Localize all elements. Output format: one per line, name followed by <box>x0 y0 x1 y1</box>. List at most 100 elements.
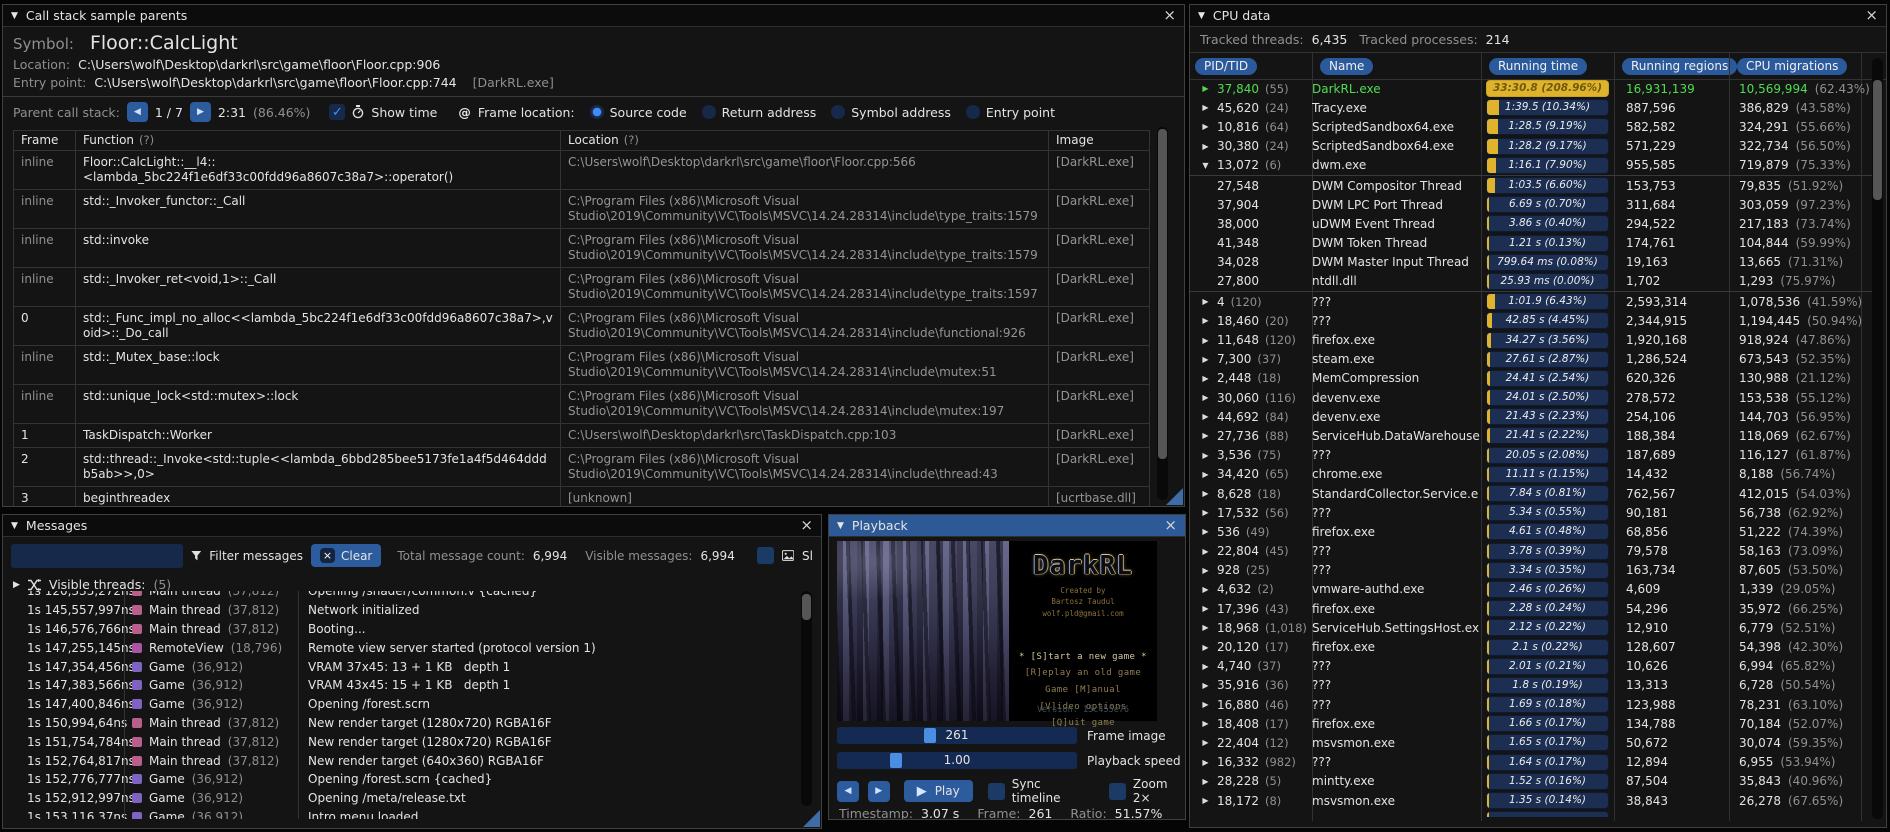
radio-return-address[interactable]: Return address <box>701 105 816 120</box>
collapse-icon[interactable]: ▼ <box>11 11 18 21</box>
column-cpu-migrations[interactable]: CPU migrations <box>1737 57 1848 75</box>
cpu-process-row[interactable] <box>1190 810 1873 817</box>
cpu-process-row[interactable]: ▶ 34,420 (65) chrome.exe 11.11 s (1.15%) 14,4… <box>1190 465 1873 484</box>
cpu-process-row[interactable]: ▶ 30,380 (24) ScriptedSandbox64.exe 1:28.2 (… <box>1190 137 1873 156</box>
callstack-frame-row[interactable]: inline std::_Mutex_base::lock C:\Program F… <box>13 346 1149 385</box>
tree-expand-icon[interactable]: ▶ <box>1200 489 1211 498</box>
tree-expand-icon[interactable]: ▶ <box>1200 103 1211 112</box>
cpu-process-row[interactable]: ▶ 536 (49) firefox.exe 4.61 s (0.48%) 68,856 5… <box>1190 522 1873 541</box>
tree-expand-icon[interactable]: ▶ <box>1200 796 1211 805</box>
cpu-process-row[interactable]: ▶ 20,120 (17) firefox.exe 2.1 s (0.22%) 128,6… <box>1190 637 1873 656</box>
column-pid-tid[interactable]: PID/TID <box>1195 57 1258 75</box>
callstack-frame-row[interactable]: 1 TaskDispatch::Worker C:\Users\wolf\Deskt… <box>13 424 1149 448</box>
tree-expand-icon[interactable]: ▶ <box>1200 470 1211 479</box>
cpu-process-row[interactable]: ▶ 30,060 (116) devenv.exe 24.01 s (2.50%) 278… <box>1190 388 1873 407</box>
messages-scrollbar[interactable] <box>801 591 812 806</box>
cpu-process-row[interactable]: ▶ 8,628 (18) StandardCollector.Service.e 7.8… <box>1190 484 1873 503</box>
cpu-process-row[interactable]: ▶ 7,300 (37) steam.exe 27.61 s (2.87%) 1,286,… <box>1190 350 1873 369</box>
cpu-process-row[interactable]: ▶ 4,632 (2) vmware-authd.exe 2.46 s (0.26%) 4… <box>1190 580 1873 599</box>
close-icon[interactable]: × <box>1865 8 1878 23</box>
tree-expand-icon[interactable]: ▶ <box>1200 412 1211 421</box>
cpu-process-row[interactable]: ▼ 13,072 (6) dwm.exe 1:16.1 (7.90%) 955,585 71… <box>1190 156 1873 175</box>
callstack-frame-row[interactable]: inline std::_Invoker_ret<void,1>::_Call C:… <box>13 268 1149 307</box>
expand-icon[interactable]: ▶ <box>13 580 20 590</box>
tree-expand-icon[interactable]: ▶ <box>1200 777 1211 786</box>
tree-expand-icon[interactable]: ▶ <box>1200 431 1211 440</box>
column-running-regions[interactable]: Running regions <box>1622 57 1738 75</box>
cpu-process-row[interactable]: ▶ 18,968 (1,018) ServiceHub.SettingsHost.ex… <box>1190 618 1873 637</box>
sync-timeline-checkbox[interactable] <box>987 782 1005 800</box>
cpu-process-row[interactable]: ▶ 17,396 (43) firefox.exe 2.28 s (0.24%) 54,2… <box>1190 599 1873 618</box>
cpu-process-row[interactable]: ▶ 45,620 (24) Tracy.exe 1:39.5 (10.34%) 887,5… <box>1190 98 1873 117</box>
callstack-frame-row[interactable]: inline std::_Invoker_functor::_Call C:\Pro… <box>13 190 1149 229</box>
zoom-option[interactable]: Zoom 2× <box>1108 777 1185 805</box>
close-icon[interactable]: × <box>1164 518 1177 533</box>
tree-expand-icon[interactable]: ▶ <box>1200 700 1211 709</box>
tree-collapse-icon[interactable]: ▼ <box>1200 161 1211 170</box>
step-forward-button[interactable]: ▶ <box>867 780 890 802</box>
radio-symbol-address[interactable]: Symbol address <box>831 105 951 120</box>
radio-icon[interactable] <box>701 105 716 119</box>
next-stack-button[interactable]: ▶ <box>189 102 211 122</box>
play-button[interactable]: ▶ Play <box>903 780 973 802</box>
cpu-process-row[interactable]: ▶ 10,816 (64) ScriptedSandbox64.exe 1:28.5 (… <box>1190 117 1873 136</box>
radio-source-code[interactable]: Source code <box>589 105 687 120</box>
collapse-icon[interactable]: ▼ <box>837 521 844 531</box>
message-row[interactable]: 1s 120,335,272ns Main thread (37,812) Openi… <box>3 591 799 601</box>
message-row[interactable]: 1s 147,354,456ns Game (36,912) VRAM 37x45: … <box>3 657 799 676</box>
tree-expand-icon[interactable]: ▶ <box>1200 623 1211 632</box>
callstack-scrollbar[interactable] <box>1157 127 1168 500</box>
collapse-icon[interactable]: ▼ <box>1198 11 1205 21</box>
scrollbar-thumb[interactable] <box>1873 80 1882 200</box>
cpu-process-row[interactable]: ▶ 22,404 (12) msvsmon.exe 1.65 s (0.17%) 50,6… <box>1190 733 1873 752</box>
tree-expand-icon[interactable]: ▶ <box>1200 122 1211 131</box>
cpu-process-row[interactable]: ▶ 3,536 (75)??? 20.05 s (2.08%) 187,689 116,1… <box>1190 446 1873 465</box>
cpu-process-row[interactable]: ▶ 17,532 (56)??? 5.34 s (0.55%) 90,181 56,738… <box>1190 503 1873 522</box>
zoom-checkbox[interactable] <box>1108 782 1126 800</box>
cpu-process-row[interactable]: ▶ 22,804 (45)??? 3.78 s (0.39%) 79,578 58,163… <box>1190 542 1873 561</box>
callstack-frame-row[interactable]: inline std::invoke C:\Program Files (x86)\… <box>13 229 1149 268</box>
callstack-frame-row[interactable]: 3 beginthreadex [unknown] [ucrtbase.dll] <box>13 487 1149 506</box>
tree-expand-icon[interactable]: ▶ <box>1200 681 1211 690</box>
cpu-process-row[interactable]: 27,548 DWM Compositor Thread 1:03.5 (6.60%… <box>1190 174 1873 195</box>
cpu-scrollbar[interactable] <box>1872 58 1883 819</box>
cpu-process-row[interactable]: ▶ 18,460 (20)??? 42.85 s (4.45%) 2,344,915 1,… <box>1190 311 1873 330</box>
tree-expand-icon[interactable]: ▶ <box>1200 451 1211 460</box>
cpu-process-row[interactable]: ▶ 2,448 (18) MemCompression 24.41 s (2.54%) 6… <box>1190 369 1873 388</box>
radio-icon[interactable] <box>831 105 846 119</box>
cpu-process-row[interactable]: 37,904 DWM LPC Port Thread 6.69 s (0.70%) 3… <box>1190 195 1873 214</box>
close-icon[interactable]: × <box>800 518 813 533</box>
resize-grip[interactable] <box>1166 488 1183 505</box>
tree-expand-icon[interactable]: ▶ <box>1200 393 1211 402</box>
message-row[interactable]: 1s 147,400,846ns Game (36,912) Opening /for… <box>3 694 799 714</box>
radio-icon[interactable] <box>589 105 604 119</box>
scrollbar-thumb[interactable] <box>802 594 811 620</box>
message-row[interactable]: 1s 152,776,777ns Game (36,912) Opening /for… <box>3 769 799 789</box>
message-row[interactable]: 1s 146,576,766ns Main thread (37,812) Booti… <box>3 619 799 639</box>
message-row[interactable]: 1s 147,383,566ns Game (36,912) VRAM 43x45: … <box>3 675 799 695</box>
cpu-process-row[interactable]: 27,800 ntdll.dll 25.93 ms (0.00%) 1,702 1,29… <box>1190 272 1873 291</box>
cpu-process-row[interactable]: ▶ 44,692 (84) devenv.exe 21.43 s (2.23%) 254,… <box>1190 407 1873 426</box>
tree-expand-icon[interactable]: ▶ <box>1200 355 1211 364</box>
scrollbar-thumb[interactable] <box>1158 129 1167 459</box>
tree-expand-icon[interactable]: ▶ <box>1200 662 1211 671</box>
callstack-frame-row[interactable]: 2 std::thread::_Invoke<std::tuple<<lambda… <box>13 448 1149 487</box>
column-name[interactable]: Name <box>1320 57 1374 75</box>
tree-expand-icon[interactable]: ▶ <box>1200 643 1211 652</box>
cpu-process-row[interactable]: ▶ 11,648 (120) firefox.exe 34.27 s (3.56%) 1,… <box>1190 330 1873 349</box>
tree-expand-icon[interactable]: ▶ <box>1200 374 1211 383</box>
close-icon[interactable]: × <box>1163 8 1176 23</box>
step-back-button[interactable]: ◀ <box>837 780 859 802</box>
tree-expand-icon[interactable]: ▶ <box>1200 316 1211 325</box>
tree-expand-icon[interactable]: ▶ <box>1200 604 1211 613</box>
radio-icon[interactable] <box>965 105 980 119</box>
sync-timeline-option[interactable]: Sync timeline <box>987 777 1088 805</box>
show-images-checkbox[interactable] <box>756 547 774 564</box>
tree-expand-icon[interactable]: ▶ <box>1200 566 1211 575</box>
cpu-process-row[interactable]: ▶ 16,880 (46)??? 1.69 s (0.18%) 123,988 78,23… <box>1190 695 1873 714</box>
callstack-frame-row[interactable]: 0 std::_Func_impl_no_alloc<<lambda_5bc224… <box>13 307 1149 346</box>
message-row[interactable]: 1s 151,754,784ns Main thread (37,812) New r… <box>3 732 799 752</box>
tree-expand-icon[interactable]: ▶ <box>1200 758 1211 767</box>
tree-expand-icon[interactable]: ▶ <box>1200 585 1211 594</box>
cpu-process-row[interactable]: ▶ 4,740 (37)??? 2.01 s (0.21%) 10,626 6,994 (6… <box>1190 657 1873 676</box>
